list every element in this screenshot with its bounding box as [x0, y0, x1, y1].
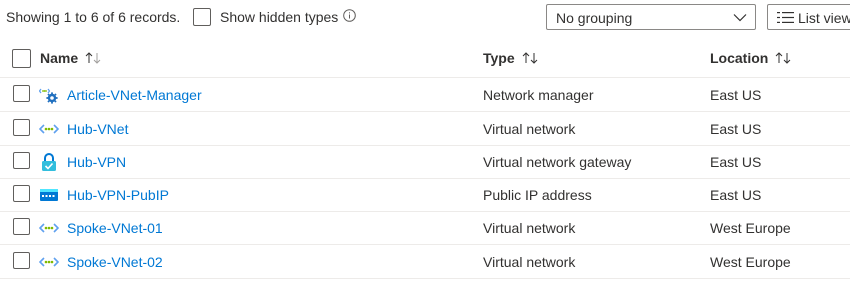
resource-location: East US — [710, 187, 762, 203]
sort-icon — [775, 52, 791, 64]
resource-location: West Europe — [710, 254, 791, 270]
resource-location: East US — [710, 121, 762, 137]
table-row[interactable]: Hub-VNet Virtual network East US — [0, 112, 850, 146]
row-checkbox[interactable] — [13, 185, 30, 202]
resource-type: Virtual network — [483, 254, 576, 270]
resource-location: East US — [710, 87, 762, 103]
resource-name-link[interactable]: Spoke-VNet-01 — [67, 220, 163, 236]
table-row[interactable]: Hub-VPN-PubIP Public IP address East US — [0, 178, 850, 212]
column-header-location[interactable]: Location — [710, 50, 792, 66]
show-hidden-types-checkbox[interactable] — [193, 8, 211, 26]
virtual-network-icon — [39, 223, 59, 233]
list-view-button[interactable]: List view — [767, 4, 850, 30]
resource-location: East US — [710, 154, 762, 170]
row-checkbox[interactable] — [13, 252, 30, 269]
table-row[interactable]: Hub-VPN Virtual network gateway East US — [0, 145, 850, 179]
resource-name-link[interactable]: Hub-VPN — [67, 154, 126, 170]
network-manager-icon — [39, 88, 58, 104]
column-header-name[interactable]: Name — [40, 50, 102, 66]
virtual-network-icon — [39, 124, 59, 134]
info-icon[interactable] — [343, 9, 356, 22]
resource-type: Network manager — [483, 87, 594, 103]
resource-location: West Europe — [710, 220, 791, 236]
sort-icon — [85, 52, 101, 64]
column-location-label: Location — [710, 50, 769, 66]
row-checkbox[interactable] — [13, 218, 30, 235]
table-row[interactable]: Article-VNet-Manager Network manager Eas… — [0, 78, 850, 112]
grid-header: Name Type Location — [0, 41, 850, 78]
column-type-label: Type — [483, 50, 515, 66]
select-all-checkbox[interactable] — [12, 49, 31, 68]
show-hidden-types-label[interactable]: Show hidden types — [220, 9, 338, 25]
resource-type: Virtual network gateway — [483, 154, 632, 170]
virtual-network-icon — [39, 257, 59, 267]
table-row[interactable]: Spoke-VNet-01 Virtual network West Europ… — [0, 211, 850, 245]
resource-type: Virtual network — [483, 121, 576, 137]
chevron-down-icon — [733, 14, 747, 22]
row-checkbox[interactable] — [13, 85, 30, 102]
row-checkbox[interactable] — [13, 119, 30, 136]
resource-name-link[interactable]: Hub-VPN-PubIP — [67, 187, 169, 203]
records-count: Showing 1 to 6 of 6 records. — [6, 9, 181, 25]
table-row[interactable]: Spoke-VNet-02 Virtual network West Europ… — [0, 245, 850, 279]
vpn-gateway-icon — [42, 153, 56, 171]
column-header-type[interactable]: Type — [483, 50, 539, 66]
list-view-label: List view — [798, 10, 850, 26]
resource-type: Virtual network — [483, 220, 576, 236]
public-ip-icon — [40, 189, 58, 201]
list-view-icon — [777, 12, 794, 23]
resource-name-link[interactable]: Article-VNet-Manager — [67, 87, 202, 103]
column-name-label: Name — [40, 50, 79, 66]
resource-name-link[interactable]: Hub-VNet — [67, 121, 128, 137]
grouping-dropdown[interactable]: No grouping — [546, 4, 756, 30]
toolbar: Showing 1 to 6 of 6 records. Show hidden… — [0, 0, 850, 34]
resource-name-link[interactable]: Spoke-VNet-02 — [67, 254, 163, 270]
grouping-value: No grouping — [556, 10, 633, 26]
sort-icon — [522, 52, 537, 64]
row-checkbox[interactable] — [13, 152, 30, 169]
resource-type: Public IP address — [483, 187, 592, 203]
